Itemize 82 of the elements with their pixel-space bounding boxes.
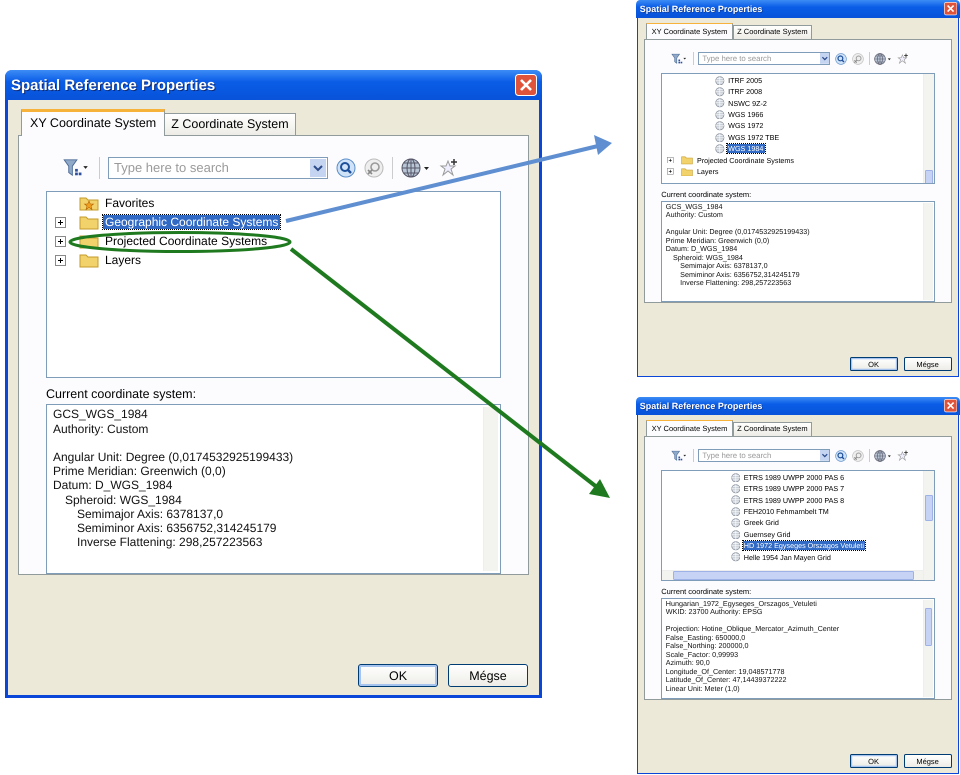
tab[interactable]: Z Coordinate System xyxy=(164,113,296,135)
globe-icon[interactable] xyxy=(401,158,431,178)
tab[interactable]: Z Coordinate System xyxy=(732,24,812,39)
expand-icon[interactable] xyxy=(666,156,674,164)
folder-icon xyxy=(681,155,694,165)
globe-icon xyxy=(714,121,725,131)
globe-icon xyxy=(730,518,740,528)
scrollbar[interactable] xyxy=(923,74,934,184)
star-folder-icon xyxy=(79,195,99,212)
dialog-button[interactable]: Mégse xyxy=(448,664,528,687)
scrollbar[interactable] xyxy=(923,600,933,697)
window-title: Spatial Reference Properties xyxy=(640,4,762,14)
close-icon[interactable] xyxy=(944,2,957,16)
globe-icon xyxy=(714,98,725,108)
window-title: Spatial Reference Properties xyxy=(640,401,762,411)
tab[interactable]: XY Coordinate System xyxy=(646,23,734,40)
search-field[interactable]: Type here to search xyxy=(108,156,328,179)
clear-search-icon[interactable] xyxy=(852,52,864,65)
tab[interactable]: Z Coordinate System xyxy=(732,422,812,436)
globe-icon xyxy=(730,540,740,551)
globe-icon xyxy=(714,132,725,142)
globe-icon xyxy=(714,86,725,97)
clear-search-icon[interactable] xyxy=(852,450,864,462)
filter-icon[interactable] xyxy=(61,158,91,178)
tree-item[interactable]: Favorites xyxy=(103,196,156,210)
globe-icon xyxy=(730,495,740,505)
tab[interactable]: XY Coordinate System xyxy=(646,420,734,436)
star-icon[interactable] xyxy=(896,450,909,462)
dialog-button[interactable]: Mégse xyxy=(904,754,952,768)
tree-item[interactable]: Layers xyxy=(103,253,144,268)
expand-icon[interactable] xyxy=(55,236,66,247)
globe-icon[interactable] xyxy=(874,52,892,65)
globe-icon xyxy=(730,472,740,482)
dialog-button[interactable]: Mégse xyxy=(904,357,952,371)
dialog-button[interactable]: OK xyxy=(358,664,438,687)
filter-icon[interactable] xyxy=(670,450,688,462)
search-icon[interactable] xyxy=(835,52,848,65)
info-line: Angular Unit: Degree (0,0174532925199433) xyxy=(53,450,294,464)
section-label: Current coordinate system: xyxy=(661,190,752,199)
info-line: Semimajor Axis: 6378137,0 xyxy=(77,506,224,522)
folder-icon xyxy=(79,214,99,230)
globe-icon xyxy=(714,110,725,120)
folder-icon xyxy=(79,252,99,268)
info-line: Inverse Flattening: 298,257223563 xyxy=(77,535,264,550)
expand-icon[interactable] xyxy=(55,216,66,228)
tree-item[interactable]: Projected Coordinate Systems xyxy=(103,234,270,248)
close-icon[interactable] xyxy=(515,74,537,96)
close-icon[interactable] xyxy=(944,399,957,413)
scrollbar[interactable] xyxy=(923,202,933,300)
scrollbar[interactable] xyxy=(483,407,498,572)
search-icon[interactable] xyxy=(835,450,848,462)
star-icon[interactable] xyxy=(896,52,909,65)
filter-icon[interactable] xyxy=(670,52,688,65)
globe-icon xyxy=(730,530,740,540)
globe-icon[interactable] xyxy=(874,450,892,462)
section-label: Current coordinate system: xyxy=(46,387,198,402)
globe-icon xyxy=(730,484,740,494)
info-line: Datum: D_WGS_1984 xyxy=(53,478,174,493)
tab[interactable]: XY Coordinate System xyxy=(21,109,166,136)
star-icon[interactable] xyxy=(439,158,459,178)
dialog-button[interactable]: OK xyxy=(850,754,898,768)
search-icon[interactable] xyxy=(336,158,356,178)
section-label: Current coordinate system: xyxy=(661,586,752,596)
tree-item[interactable]: Geographic Coordinate Systems xyxy=(103,215,280,230)
info-line: Semiminor Axis: 6356752,314245179 xyxy=(77,521,278,536)
dialog-button[interactable]: OK xyxy=(850,357,898,371)
info-line: GCS_WGS_1984 xyxy=(53,407,149,422)
window-title: Spatial Reference Properties xyxy=(11,76,216,94)
globe-icon xyxy=(730,552,740,562)
globe-icon xyxy=(714,76,725,86)
folder-icon xyxy=(681,166,694,176)
globe-icon xyxy=(730,506,740,516)
globe-icon xyxy=(714,144,725,154)
clear-search-icon[interactable] xyxy=(364,158,384,178)
scrollbar[interactable] xyxy=(923,470,934,580)
scrollbar[interactable] xyxy=(662,570,924,580)
dropdown-icon[interactable] xyxy=(310,158,326,177)
info-line: Spheroid: WGS_1984 xyxy=(65,492,183,507)
expand-icon[interactable] xyxy=(55,254,66,266)
info-line: Prime Meridian: Greenwich (0,0) xyxy=(53,464,227,478)
info-line: Authority: Custom xyxy=(53,422,150,436)
expand-icon[interactable] xyxy=(666,168,674,175)
